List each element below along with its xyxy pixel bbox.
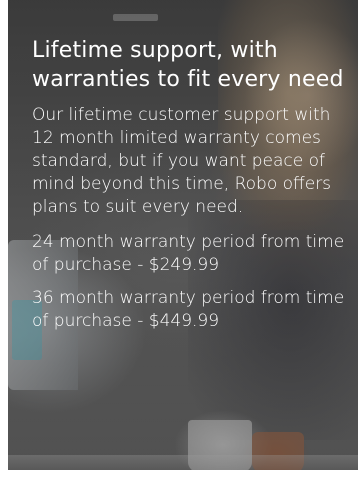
warranty-promo-card: Lifetime support, with warranties to fit…	[8, 0, 358, 470]
promo-content: Lifetime support, with warranties to fit…	[32, 36, 350, 343]
promo-heading: Lifetime support, with warranties to fit…	[32, 38, 344, 92]
promo-intro-text: Our lifetime customer support with 12 mo…	[32, 105, 332, 217]
warranty-plan-36-month: 36 month warranty period from time of pu…	[32, 288, 345, 331]
warranty-plan-24-month: 24 month warranty period from time of pu…	[32, 232, 345, 275]
